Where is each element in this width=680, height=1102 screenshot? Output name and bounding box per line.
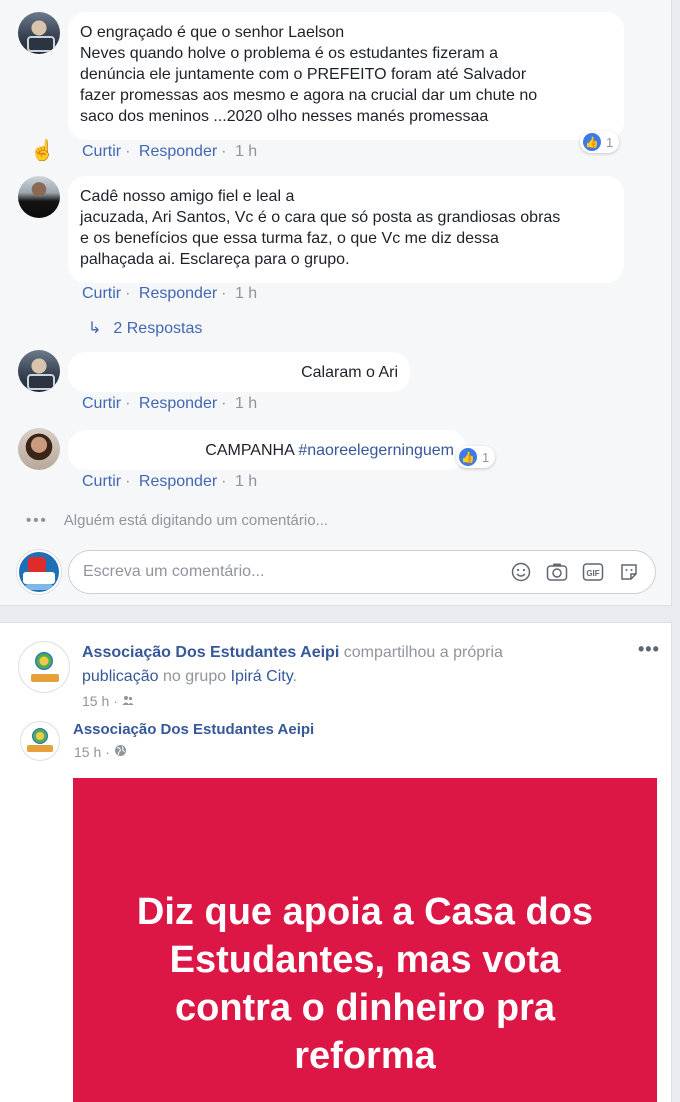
shared-post-card: Associação Dos Estudantes Aeipi comparti… (0, 622, 672, 1102)
logo-mark (25, 584, 53, 590)
typing-indicator: ••• Alguém está digitando um comentário..… (26, 512, 328, 529)
camera-icon[interactable] (545, 560, 569, 584)
hand-cursor-icon: ☝ (30, 140, 55, 162)
separator: · (105, 744, 110, 760)
post-image[interactable]: Diz que apoia a Casa dos Estudantes, mas… (73, 778, 657, 1102)
commenter-avatar[interactable] (18, 428, 60, 470)
group-text: no grupo (158, 668, 231, 685)
comment-time[interactable]: 1 h (235, 395, 257, 412)
hashtag-link[interactable]: #naoreelegerninguem (298, 442, 454, 459)
logo-mark (27, 745, 53, 752)
comment-actions: Curtir · Responder · 1 h (82, 285, 261, 303)
original-post-author-link[interactable]: Associação Dos Estudantes Aeipi (73, 721, 314, 738)
separator: · (221, 395, 227, 412)
comment-text: Cadê nosso amigo fiel e leal a jacuzada,… (80, 188, 561, 268)
typing-dots-icon: ••• (26, 512, 48, 529)
comment-bubble: Calaram o Ari (68, 352, 410, 392)
like-link[interactable]: Curtir (82, 143, 121, 160)
logo-mark (32, 728, 48, 744)
comment-actions: Curtir · Responder · 1 h (82, 395, 261, 413)
reaction-count[interactable]: 👍 1 (456, 446, 496, 468)
comment-bubble: CAMPANHA #naoreelegerninguem (68, 430, 466, 470)
publication-link[interactable]: publicação (82, 668, 159, 685)
separator: · (221, 285, 227, 302)
like-link[interactable]: Curtir (82, 395, 121, 412)
sticker-icon[interactable] (617, 560, 641, 584)
comment-text: O engraçado é que o senhor Laelson Neves… (80, 24, 538, 125)
reply-link[interactable]: Responder (139, 285, 217, 302)
reply-link[interactable]: Responder (139, 473, 217, 490)
reply-link[interactable]: Responder (139, 395, 217, 412)
more-options-icon[interactable]: ••• (638, 639, 660, 660)
like-link[interactable]: Curtir (82, 285, 121, 302)
post-time[interactable]: 15 h (82, 693, 109, 709)
comment-text-prefix: CAMPANHA (205, 442, 299, 459)
globe-icon (114, 744, 127, 760)
current-user-avatar[interactable] (17, 550, 61, 594)
comment-bubble: O engraçado é que o senhor Laelson Neves… (68, 12, 624, 140)
separator: · (125, 473, 131, 490)
separator: · (221, 473, 227, 490)
page-avatar[interactable] (18, 641, 70, 693)
logo-mark (31, 674, 59, 682)
replies-label: 2 Respostas (113, 320, 203, 337)
separator: · (221, 143, 227, 160)
post-image-text: Diz que apoia a Casa dos Estudantes, mas… (136, 890, 594, 1077)
commenter-avatar[interactable] (18, 350, 60, 392)
original-post-time[interactable]: 15 h (74, 744, 101, 760)
reply-link[interactable]: Responder (139, 143, 217, 160)
view-replies-link[interactable]: ↳ 2 Respostas (88, 318, 202, 338)
logo-mark (23, 572, 55, 584)
like-reaction-icon: 👍 (459, 448, 477, 466)
reaction-number: 1 (482, 449, 490, 465)
commenter-avatar[interactable] (18, 176, 60, 218)
comment-bubble: Cadê nosso amigo fiel e leal a jacuzada,… (68, 176, 624, 283)
logo-mark (35, 652, 53, 670)
comment-time[interactable]: 1 h (235, 143, 257, 160)
comment-placeholder: Escreva um comentário... (83, 563, 265, 580)
original-page-avatar[interactable] (20, 721, 60, 761)
reaction-count[interactable]: 👍 1 (580, 131, 620, 153)
post-period: . (292, 668, 297, 685)
separator: · (125, 285, 131, 302)
comment-text: Calaram o Ari (301, 364, 398, 381)
original-post-meta: 15 h · (74, 744, 127, 760)
reaction-number: 1 (606, 134, 614, 150)
reply-arrow-icon: ↳ (88, 320, 102, 337)
group-link[interactable]: Ipirá City (231, 668, 293, 685)
post-author-link[interactable]: Associação Dos Estudantes Aeipi (82, 644, 339, 661)
typing-text: Alguém está digitando um comentário... (63, 512, 329, 529)
group-audience-icon (122, 693, 134, 709)
post-action-text: compartilhou a própria (339, 644, 503, 661)
like-reaction-icon: 👍 (583, 133, 601, 151)
comments-section: O engraçado é que o senhor Laelson Neves… (0, 0, 672, 606)
gif-icon[interactable]: GIF (581, 560, 605, 584)
comment-time[interactable]: 1 h (235, 473, 257, 490)
emoji-icon[interactable] (509, 560, 533, 584)
commenter-avatar[interactable] (18, 12, 60, 54)
comment-actions: Curtir · Responder · 1 h (82, 143, 261, 161)
comment-actions: Curtir · Responder · 1 h (82, 473, 261, 491)
gif-label: GIF (586, 569, 599, 578)
composer-icons: GIF (509, 560, 641, 584)
separator: · (125, 143, 131, 160)
post-header: Associação Dos Estudantes Aeipi comparti… (82, 641, 582, 689)
comment-input[interactable]: Escreva um comentário... GIF (68, 550, 656, 594)
like-link[interactable]: Curtir (82, 473, 121, 490)
separator: · (113, 693, 118, 709)
post-meta: 15 h · (82, 693, 134, 709)
comment-time[interactable]: 1 h (235, 285, 257, 302)
logo-mark (28, 557, 46, 573)
comment-text: CAMPANHA #naoreelegerninguem (80, 440, 454, 461)
separator: · (125, 395, 131, 412)
